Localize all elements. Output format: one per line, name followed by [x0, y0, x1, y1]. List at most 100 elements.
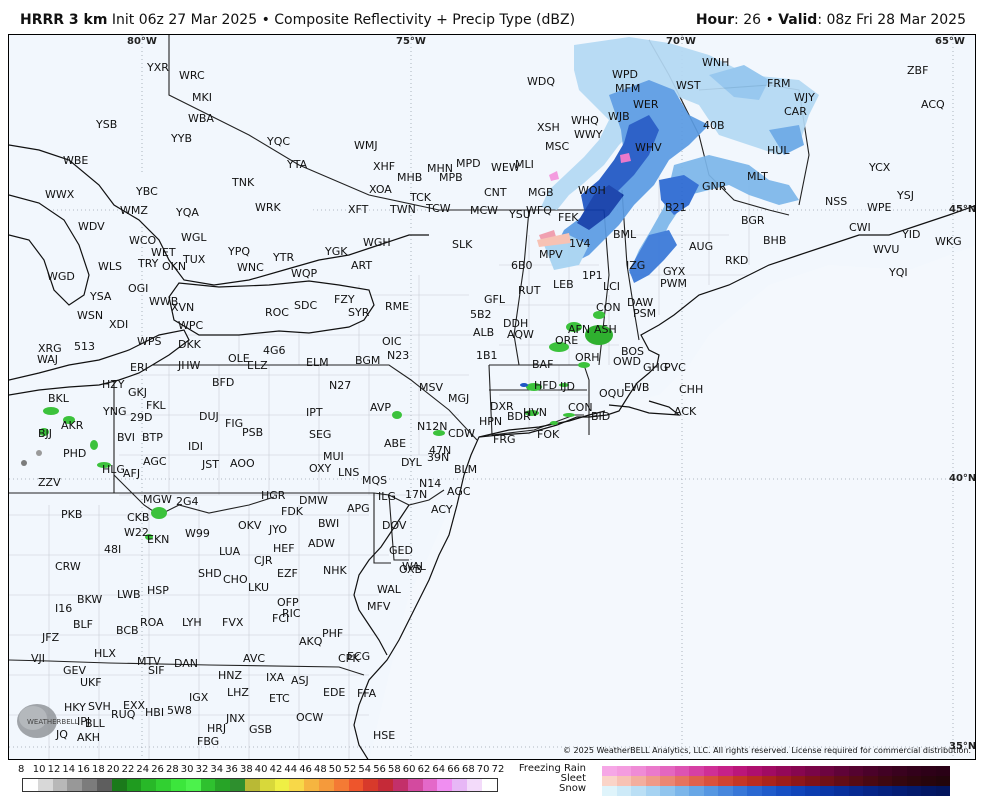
station-label: MGW [143, 493, 172, 506]
lon-label-65w: 65°W [935, 36, 965, 47]
station-label: WER [633, 98, 659, 111]
sleet-swatch [834, 776, 849, 786]
dbz-tick: 62 [417, 764, 431, 775]
map-panel[interactable]: 80°W 75°W 70°W 65°W 45°N 40°N 35°N YXR WR… [8, 34, 976, 760]
dbz-tick: 56 [373, 764, 386, 775]
dbz-color-swatch [82, 779, 97, 791]
freezing-rain-swatch [645, 766, 660, 776]
station-label: 5W8 [167, 704, 192, 717]
station-label: LHZ [227, 686, 249, 699]
station-label: EKN [147, 533, 169, 546]
header-separator: • [765, 12, 774, 28]
station-label: XVN [171, 301, 194, 314]
valid-value: : 08z Fri 28 Mar 2025 [817, 12, 966, 28]
snow-swatch [921, 786, 936, 796]
freezing-rain-swatch [718, 766, 733, 776]
station-label: SYR [348, 306, 370, 319]
station-label: YQI [888, 266, 908, 279]
station-label: TNK [231, 176, 255, 189]
station-label: SIF [148, 664, 165, 677]
station-label: GSB [249, 723, 272, 736]
station-label: BWI [318, 517, 339, 530]
station-label: FRG [493, 433, 516, 446]
station-label: BLF [73, 618, 93, 631]
station-label: MHN [427, 162, 453, 175]
station-label: WBA [188, 112, 214, 125]
station-label: BKW [77, 593, 102, 606]
station-label: DOV [382, 519, 407, 532]
ocean-area [369, 245, 975, 759]
sleet-color-bar [602, 776, 950, 786]
snow-swatch [718, 786, 733, 796]
station-label: OCW [296, 711, 323, 724]
station-label: JYO [268, 523, 287, 536]
station-label: IGX [189, 691, 209, 704]
map-canvas: 80°W 75°W 70°W 65°W 45°N 40°N 35°N YXRWR… [9, 35, 975, 759]
sleet-swatch [906, 776, 921, 786]
ptype-color-bars [602, 766, 950, 796]
station-label: HNZ [218, 669, 243, 682]
dbz-color-swatch [126, 779, 142, 791]
dbz-tick: 40 [254, 764, 268, 775]
dbz-color-swatch [185, 779, 201, 791]
station-label: NHK [323, 564, 348, 577]
title-separator: • [261, 12, 270, 28]
station-label: XOA [369, 183, 392, 196]
station-label: DKK [178, 338, 202, 351]
station-label: LNS [338, 466, 359, 479]
dbz-color-swatch [111, 779, 127, 791]
station-label: SHD [198, 567, 222, 580]
station-label: I16 [55, 602, 72, 615]
station-label: BFD [212, 376, 234, 389]
station-label: 40B [703, 119, 725, 132]
station-label: WJB [608, 110, 630, 123]
station-label: PSB [242, 426, 263, 439]
snow-swatch [631, 786, 646, 796]
station-label: MGJ [448, 392, 469, 405]
sleet-swatch [674, 776, 689, 786]
station-label: HUL [767, 144, 790, 157]
station-label: MPV [539, 248, 563, 261]
dbz-tick: 18 [92, 764, 105, 775]
station-label: ACY [431, 503, 453, 516]
station-label: CHH [679, 383, 703, 396]
station-label: XFT [348, 203, 369, 216]
station-label: HFD [534, 379, 557, 392]
station-label: CKB [127, 511, 149, 524]
sleet-swatch [732, 776, 747, 786]
dbz-tick: 24 [136, 764, 150, 775]
station-label: YNG [102, 405, 126, 418]
freezing-rain-swatch [602, 766, 617, 776]
station-label: OKN [162, 260, 186, 273]
sleet-swatch [877, 776, 892, 786]
sleet-swatch [660, 776, 675, 786]
station-label: AKH [77, 731, 100, 744]
station-label: YGK [324, 245, 348, 258]
station-label: SDC [294, 299, 317, 312]
dbz-tick: 58 [388, 764, 401, 775]
station-label: ART [351, 259, 372, 272]
station-label: HLG [102, 463, 125, 476]
copyright-notice: © 2025 WeatherBELL Analytics, LLC. All r… [563, 746, 971, 755]
station-label: OXB [399, 563, 422, 576]
map-title: HRRR 3 km Init 06z 27 Mar 2025 • Composi… [20, 12, 575, 28]
dbz-color-swatch [274, 779, 290, 791]
station-label: ADW [308, 537, 335, 550]
dbz-tick: 54 [358, 764, 372, 775]
dbz-color-swatch [52, 779, 68, 791]
station-label: WPE [867, 201, 892, 214]
station-label: OIC [382, 335, 402, 348]
station-label: AGC [447, 485, 471, 498]
freezing-rain-swatch [834, 766, 849, 776]
dbz-tick: 8 [18, 764, 25, 775]
snow-swatch [848, 786, 863, 796]
station-label: RKD [725, 254, 748, 267]
station-label: ILG [378, 490, 396, 503]
sleet-swatch [805, 776, 820, 786]
station-label: 29D [130, 411, 152, 424]
station-label: WDV [78, 220, 105, 233]
dbz-tick: 64 [432, 764, 446, 775]
station-label: WQP [291, 267, 318, 280]
station-label: 6B0 [511, 259, 533, 272]
station-label: ALB [473, 326, 494, 339]
